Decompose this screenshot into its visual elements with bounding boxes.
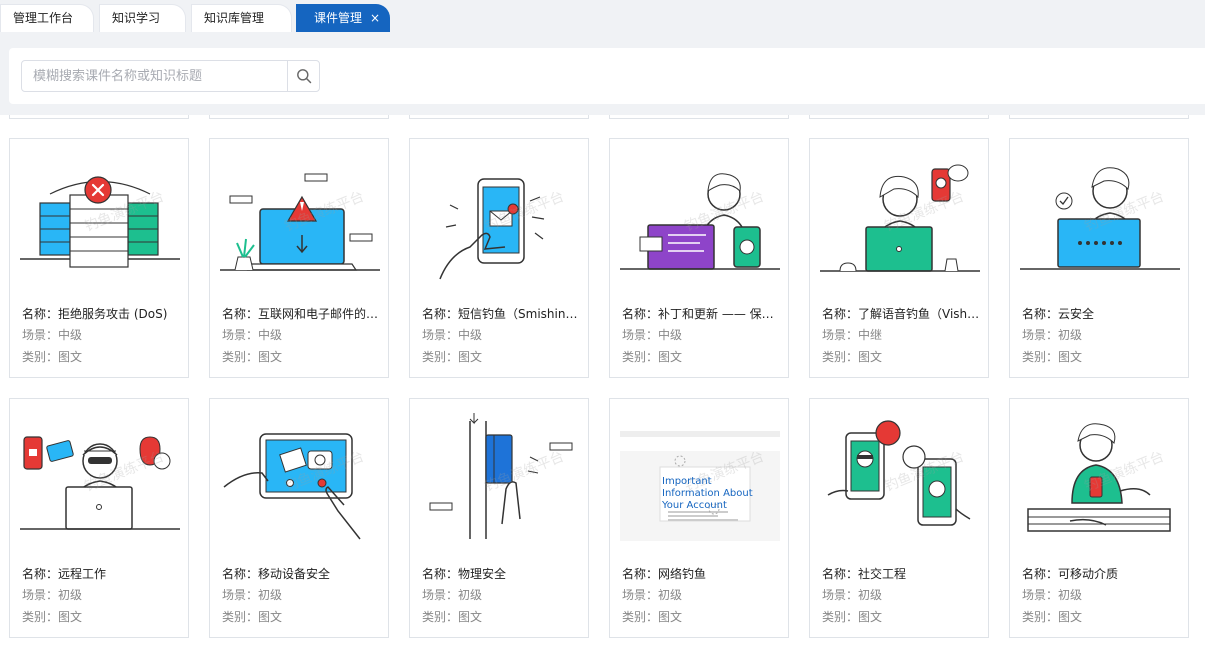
course-category: 类别：图文 bbox=[1022, 610, 1083, 624]
tab-label: 知识学习 bbox=[112, 11, 161, 25]
course-name: 名称：互联网和电子邮件的安全使用 bbox=[222, 307, 380, 321]
tab-label: 管理工作台 bbox=[13, 11, 74, 25]
course-scene: 场景：初级 bbox=[422, 588, 483, 602]
course-card[interactable]: 钓鱼演练平台 名称：社交工程 场景：初级 类别：图文 bbox=[809, 398, 989, 638]
course-scene: 场景：中继 bbox=[822, 328, 883, 342]
course-category: 类别：图文 bbox=[222, 610, 283, 624]
course-name: 名称：拒绝服务攻击 (DoS) bbox=[22, 307, 168, 321]
course-scene: 场景：初级 bbox=[1022, 588, 1083, 602]
course-category: 类别：图文 bbox=[822, 350, 883, 364]
email-subject: Important Information About Your Account bbox=[662, 476, 753, 511]
course-name: 名称：可移动介质 bbox=[1022, 567, 1119, 581]
course-name: 名称：云安全 bbox=[1022, 307, 1095, 321]
card-peek bbox=[609, 115, 789, 119]
course-category: 类别：图文 bbox=[1022, 350, 1083, 364]
tab-courseware[interactable]: 课件管理 × bbox=[296, 4, 390, 32]
course-name: 名称：社交工程 bbox=[822, 567, 907, 581]
course-name: 名称：了解语音钓鱼（Vishing） bbox=[822, 307, 980, 321]
course-name: 名称：补丁和更新 —— 保持系统更新 bbox=[622, 307, 780, 321]
card-peek bbox=[809, 115, 989, 119]
card-peek bbox=[9, 115, 189, 119]
course-category: 类别：图文 bbox=[822, 610, 883, 624]
course-scene: 场景：中级 bbox=[22, 328, 83, 342]
search-icon bbox=[296, 69, 311, 84]
tab-dashboard[interactable]: 管理工作台 bbox=[0, 4, 94, 32]
server-rack-error-illustration bbox=[10, 139, 188, 294]
person-password-laptop-illustration bbox=[1010, 139, 1188, 294]
course-card[interactable]: 钓鱼演练平台 名称：物理安全 场景：初级 类别：图文 bbox=[409, 398, 589, 638]
card-peek bbox=[1009, 115, 1189, 119]
hacker-laptop-illustration bbox=[10, 399, 188, 554]
course-grid: 钓鱼演练平台 名称：拒绝服务攻击 (DoS) 场景：中级 类别：图文 钓鱼演练平… bbox=[0, 115, 1205, 647]
hand-access-card-illustration bbox=[410, 399, 588, 554]
course-scene: 场景：初级 bbox=[822, 588, 883, 602]
search-button[interactable] bbox=[287, 61, 319, 91]
course-category: 类别：图文 bbox=[622, 610, 683, 624]
tab-label: 知识库管理 bbox=[204, 11, 265, 25]
course-card[interactable]: 钓鱼演练平台 Important Information About Your … bbox=[609, 398, 789, 638]
card-peek bbox=[409, 115, 589, 119]
course-name: 名称：网络钓鱼 bbox=[622, 567, 707, 581]
course-name: 名称：移动设备安全 bbox=[222, 567, 331, 581]
course-scene: 场景：初级 bbox=[22, 588, 83, 602]
person-laptop-code-illustration bbox=[610, 139, 788, 294]
course-scene: 场景：初级 bbox=[222, 588, 283, 602]
course-card[interactable]: 钓鱼演练平台 名称：远程工作 场景：初级 类别：图文 bbox=[9, 398, 189, 638]
course-category: 类别：图文 bbox=[422, 350, 483, 364]
course-scene: 场景：初级 bbox=[622, 588, 683, 602]
course-category: 类别：图文 bbox=[222, 350, 283, 364]
tab-knowledge-base[interactable]: 知识库管理 bbox=[191, 4, 292, 32]
search-box bbox=[21, 60, 320, 92]
person-phone-couch-illustration bbox=[1010, 399, 1188, 554]
tab-close-icon[interactable]: × bbox=[370, 5, 380, 32]
tab-knowledge-learning[interactable]: 知识学习 bbox=[99, 4, 186, 32]
course-name: 名称：短信钓鱼（Smishing） bbox=[422, 307, 580, 321]
phones-conversation-illustration bbox=[810, 399, 988, 554]
course-card[interactable]: 钓鱼演练平台 名称：短信钓鱼（Smishing） 场景：中级 类别：图文 bbox=[409, 138, 589, 378]
search-input[interactable] bbox=[22, 61, 288, 91]
course-scene: 场景：中级 bbox=[222, 328, 283, 342]
course-scene: 场景：中级 bbox=[622, 328, 683, 342]
search-panel bbox=[9, 48, 1205, 104]
phone-sms-illustration bbox=[410, 139, 588, 294]
person-phone-call-illustration bbox=[810, 139, 988, 294]
tab-bar: 管理工作台 知识学习 知识库管理 课件管理 × bbox=[0, 0, 1205, 32]
course-name: 名称：物理安全 bbox=[422, 567, 507, 581]
course-card[interactable]: 钓鱼演练平台 名称：移动设备安全 场景：初级 类别：图文 bbox=[209, 398, 389, 638]
course-scene: 场景：初级 bbox=[1022, 328, 1083, 342]
course-card[interactable]: 钓鱼演练平台 名称：拒绝服务攻击 (DoS) 场景：中级 类别：图文 bbox=[9, 138, 189, 378]
course-category: 类别：图文 bbox=[422, 610, 483, 624]
tab-label: 课件管理 bbox=[314, 11, 363, 25]
tablet-photos-illustration bbox=[210, 399, 388, 554]
laptop-free-warning-illustration bbox=[210, 139, 388, 294]
course-category: 类别：图文 bbox=[22, 350, 83, 364]
course-category: 类别：图文 bbox=[622, 350, 683, 364]
course-card[interactable]: 钓鱼演练平台 名称：互联网和电子邮件的安全使用 场景：中级 类别：图文 bbox=[209, 138, 389, 378]
course-card[interactable]: 钓鱼演练平台 名称：云安全 场景：初级 类别：图文 bbox=[1009, 138, 1189, 378]
course-category: 类别：图文 bbox=[22, 610, 83, 624]
course-name: 名称：远程工作 bbox=[22, 567, 107, 581]
course-card[interactable]: 钓鱼演练平台 名称：可移动介质 场景：初级 类别：图文 bbox=[1009, 398, 1189, 638]
course-card[interactable]: 钓鱼演练平台 名称：补丁和更新 —— 保持系统更新 场景：中级 类别：图文 bbox=[609, 138, 789, 378]
course-card[interactable]: 钓鱼演练平台 名称：了解语音钓鱼（Vishing） 场景：中继 类别：图文 bbox=[809, 138, 989, 378]
course-scene: 场景：中级 bbox=[422, 328, 483, 342]
card-peek bbox=[209, 115, 389, 119]
